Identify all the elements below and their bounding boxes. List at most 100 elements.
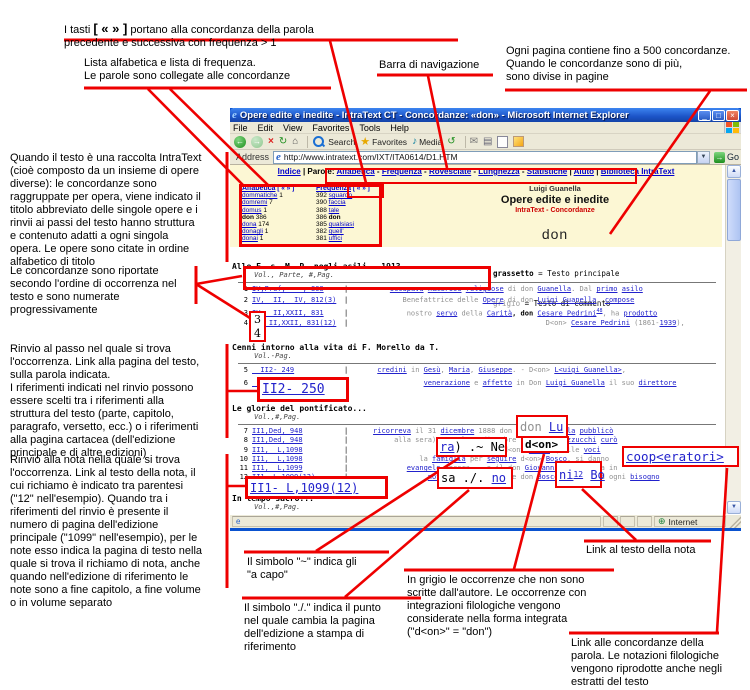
text-link[interactable]: compose xyxy=(605,296,635,304)
home-button[interactable]: ⌂ xyxy=(292,136,298,148)
column-separator: | xyxy=(344,427,352,435)
text-link[interactable]: 12 xyxy=(573,470,583,479)
row-number: 7 xyxy=(232,427,248,435)
text-link[interactable]: Luigi Guanella xyxy=(537,296,596,304)
forward-button[interactable]: → xyxy=(251,136,263,148)
menu-favorites[interactable]: Favorites xyxy=(312,123,349,133)
passage-ref-link[interactable]: II1, L,1099 xyxy=(252,464,344,472)
document-icon: e xyxy=(236,517,240,526)
messenger-button[interactable] xyxy=(513,136,524,147)
text-segment: , don xyxy=(512,309,537,317)
text-link[interactable]: no xyxy=(492,471,506,485)
text-link[interactable]: prodotto xyxy=(624,309,658,317)
text-link[interactable]: asilo xyxy=(622,285,643,293)
ref-link[interactable]: II2- 250 xyxy=(262,382,325,397)
status-bar: e ⊕Internet xyxy=(230,514,741,528)
highlight-prev-next xyxy=(347,183,384,198)
window-title: Opere edite e inedite - IntraText CT - C… xyxy=(240,110,697,121)
text-link[interactable]: venerazione xyxy=(424,379,470,387)
edit-button[interactable] xyxy=(497,136,508,148)
passage-ref-link[interactable]: II2- 249 xyxy=(252,366,344,374)
text-link[interactable]: Giuseppe xyxy=(478,366,512,374)
messenger-icon xyxy=(513,136,524,147)
work-title: Opere edite e inedite xyxy=(410,194,700,206)
text-link[interactable]: Carità xyxy=(487,309,512,317)
text-link[interactable]: Bo xyxy=(590,468,604,482)
close-button[interactable]: × xyxy=(726,110,739,121)
menu-tools[interactable]: Tools xyxy=(359,123,380,133)
annotation-grigio: In grigio le occorrenze che non sono scr… xyxy=(407,574,622,639)
callout-tilde-example: ra) .~ Ne xyxy=(436,437,507,457)
text-link[interactable]: credini xyxy=(377,366,407,374)
concordance-text: Benefattrice delle Opere di don Luigi Gu… xyxy=(352,296,634,304)
scrollbar-thumb[interactable] xyxy=(727,179,741,241)
annotation-nota-link: Link al testo della nota xyxy=(586,544,716,557)
minimize-button[interactable]: _ xyxy=(698,110,711,121)
mail-button[interactable]: ✉ xyxy=(470,136,478,148)
text-link[interactable]: voci xyxy=(584,446,601,454)
text-link[interactable]: 1939 xyxy=(659,319,676,327)
text-link[interactable]: Guanella xyxy=(537,285,571,293)
text-link[interactable]: L<uigi Guanella> xyxy=(554,366,621,374)
text-link[interactable]: servo xyxy=(436,309,457,317)
text-link[interactable]: bisogno xyxy=(630,473,660,481)
media-button[interactable]: ♪Media xyxy=(412,136,442,148)
menu-bar: File Edit View Favorites Tools Help xyxy=(230,122,741,134)
highlight-section-title xyxy=(243,266,491,290)
text-link[interactable]: ni xyxy=(559,468,573,482)
text-segment: D<on> xyxy=(546,319,571,327)
go-button[interactable]: →Go xyxy=(714,152,739,163)
text-link[interactable]: ra xyxy=(440,440,454,454)
text-segment: il suo xyxy=(605,379,639,387)
ref-link[interactable]: II1- L,1099(12) xyxy=(250,481,358,495)
text-link[interactable]: primo xyxy=(596,285,617,293)
print-button[interactable]: ▤ xyxy=(483,136,492,148)
word-concordance-link[interactable]: coop<eratori> xyxy=(626,449,724,464)
menu-edit[interactable]: Edit xyxy=(258,123,274,133)
address-input[interactable]: ehttp://www.intratext.com/IXT/ITA0614/D1… xyxy=(273,151,697,164)
text-link[interactable]: Gesù xyxy=(424,366,441,374)
text-link[interactable]: direttore xyxy=(639,379,677,387)
refresh-button[interactable]: ↻ xyxy=(279,136,287,148)
scroll-down-button[interactable]: ▼ xyxy=(727,501,741,514)
annotation-slash: Il simbolo "./." indica il punto nel qua… xyxy=(244,602,429,654)
text-segment: e xyxy=(470,379,483,387)
text-segment: . Dal xyxy=(571,285,596,293)
nav-link-indice[interactable]: Indice xyxy=(278,167,301,176)
title-bar[interactable]: e Opere edite e inedite - IntraText CT -… xyxy=(230,108,741,122)
text-link[interactable]: Cesare Pedrini xyxy=(537,309,596,317)
text-link[interactable]: Giovanni xyxy=(525,464,559,472)
text-link[interactable]: evangelo xyxy=(407,464,441,472)
history-button[interactable]: ↺ xyxy=(447,136,455,148)
passage-ref-link[interactable]: II1, L,1098 xyxy=(252,455,344,463)
scroll-up-button[interactable]: ▲ xyxy=(727,165,741,178)
text-link[interactable]: Luigi Guanella xyxy=(546,379,605,387)
resize-grip[interactable] xyxy=(728,515,741,528)
passage-ref-link[interactable]: II1, L,1098 xyxy=(252,446,344,454)
text-link[interactable]: ricorreva xyxy=(373,427,411,435)
text-link[interactable]: dicembre xyxy=(441,427,475,435)
text-link[interactable]: Maria xyxy=(449,366,470,374)
back-button[interactable]: ← xyxy=(234,136,246,148)
callout-note-superscript: ni12 Bo xyxy=(555,461,602,488)
favorites-button[interactable]: ★Favorites xyxy=(360,136,407,148)
text-link[interactable]: curò xyxy=(601,436,618,444)
stop-button[interactable]: × xyxy=(268,136,274,148)
text-link[interactable]: Opere xyxy=(483,296,504,304)
menu-help[interactable]: Help xyxy=(390,123,409,133)
text-link[interactable]: Lu xyxy=(549,420,563,434)
column-separator: | xyxy=(344,319,352,327)
search-button[interactable]: Search xyxy=(312,136,355,147)
text-link[interactable]: affetto xyxy=(483,379,513,387)
menu-view[interactable]: View xyxy=(283,123,302,133)
column-separator: | xyxy=(344,455,352,463)
text-link[interactable]: Cesare Pedrini xyxy=(571,319,630,327)
maximize-button[interactable]: □ xyxy=(712,110,725,121)
menu-file[interactable]: File xyxy=(233,123,248,133)
address-dropdown[interactable]: ▼ xyxy=(697,151,710,164)
text-link[interactable]: pubblicò xyxy=(580,427,614,435)
passage-ref-link[interactable]: II1,Ded, 948 xyxy=(252,436,344,444)
passage-ref-link[interactable]: IV, II, IV, 812(3) xyxy=(252,296,344,304)
passage-ref-link[interactable]: II1,Ded, 948 xyxy=(252,427,344,435)
text-segment: in xyxy=(407,366,424,374)
